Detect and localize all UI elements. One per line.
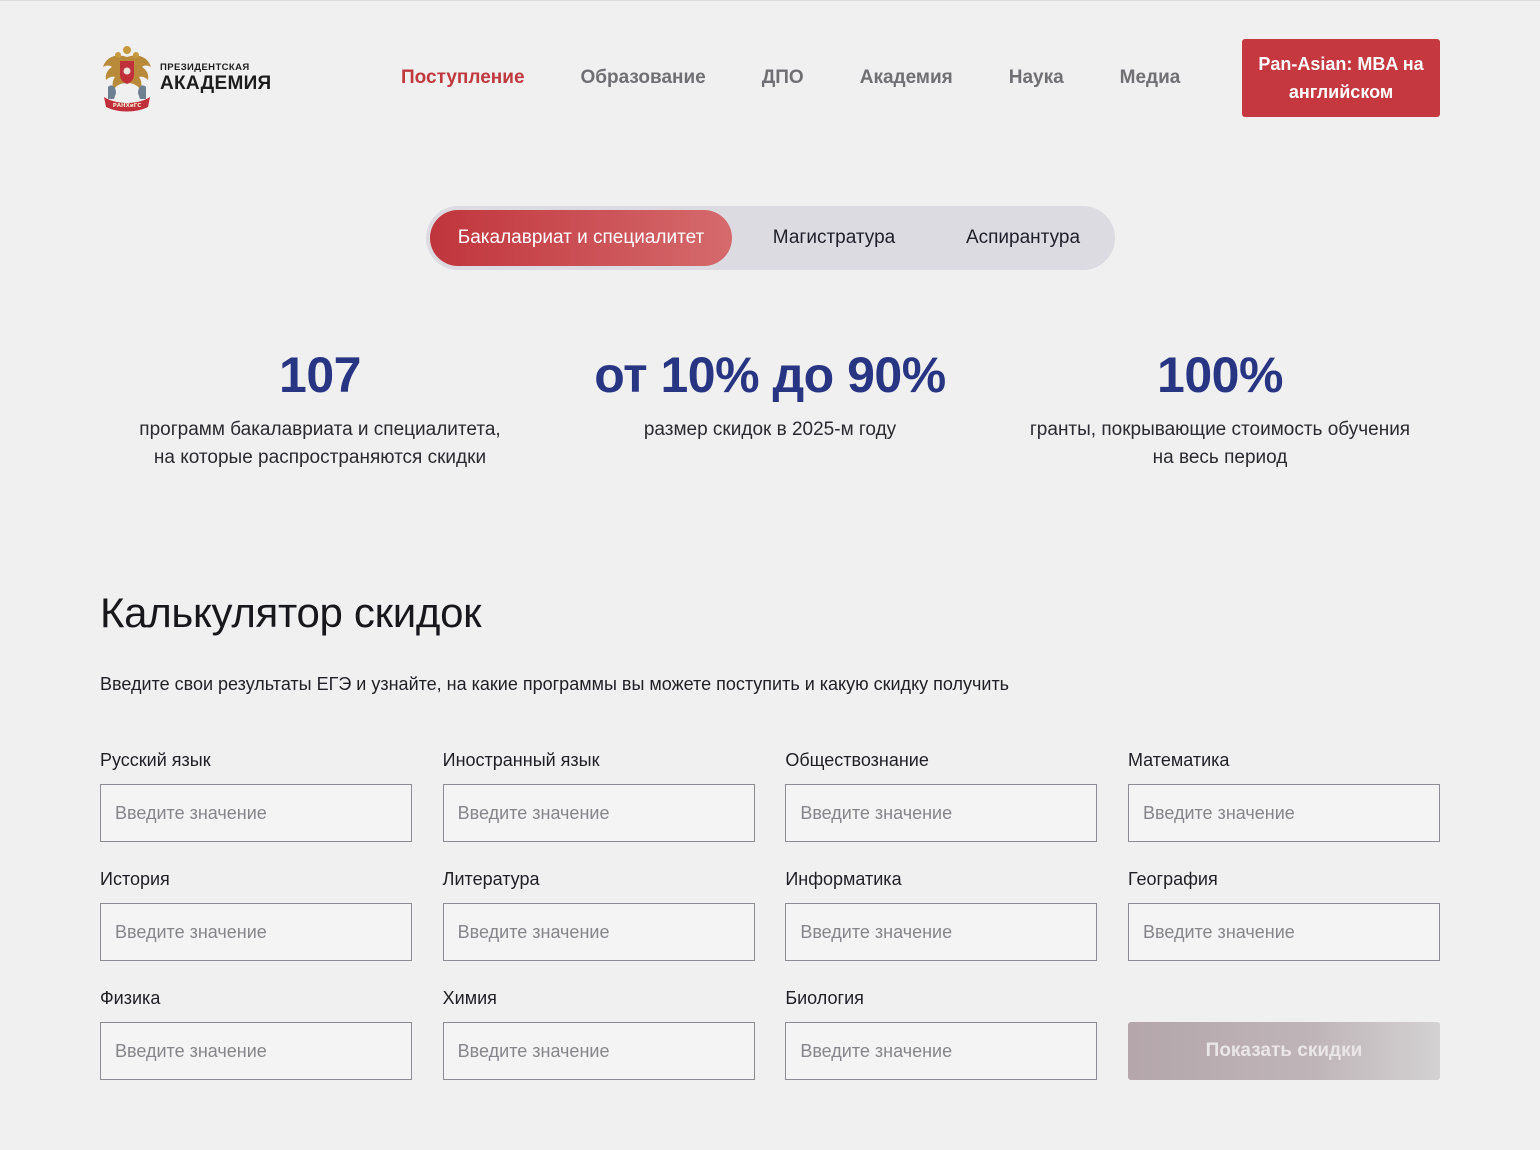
nav-item-academy[interactable]: Академия (860, 67, 953, 89)
stat-caption: программ бакалавриата и специалитета, на… (139, 419, 501, 468)
informatics-score-input[interactable] (785, 903, 1098, 961)
field-social-studies: Обществознание (785, 748, 1098, 842)
stat-programs: 107 программ бакалавриата и специалитета… (100, 344, 540, 472)
field-foreign-language: Иностранный язык (442, 748, 755, 842)
score-fields-grid: Русский язык Иностранный язык Обществозн… (100, 748, 1440, 1080)
field-label: История (100, 869, 170, 889)
field-label: Математика (1127, 750, 1230, 770)
field-label: Обществознание (785, 750, 929, 770)
logo-line1: ПРЕЗИДЕНТСКАЯ (160, 61, 250, 73)
nav-item-media[interactable]: Медиа (1120, 67, 1181, 89)
field-russian: Русский язык (100, 748, 412, 842)
calculator-title: Калькулятор скидок (100, 589, 482, 636)
field-label: Русский язык (100, 750, 211, 770)
stat-grants: 100% гранты, покрывающие стоимость обуче… (1000, 344, 1440, 472)
history-score-input[interactable] (100, 903, 412, 961)
field-history: История (100, 867, 412, 961)
nav-item-dpo[interactable]: ДПО (762, 67, 804, 89)
stat-value: 107 (279, 347, 361, 403)
page: РАНХиГС ПРЕЗИДЕНТСКАЯ АКАДЕМИЯ Поступлен… (0, 0, 1540, 1150)
tab-bachelor[interactable]: Бакалавриат и специалитет (430, 210, 732, 266)
stat-discount-range: от 10% до 90% размер скидок в 2025-м год… (550, 344, 990, 472)
calculator-subtitle: Введите свои результаты ЕГЭ и узнайте, н… (100, 674, 1010, 694)
site-header: РАНХиГС ПРЕЗИДЕНТСКАЯ АКАДЕМИЯ Поступлен… (100, 39, 1440, 117)
show-discounts-button[interactable]: Показать скидки (1127, 1022, 1440, 1080)
chemistry-score-input[interactable] (442, 1022, 755, 1080)
field-physics: Физика (100, 986, 412, 1080)
foreign-language-score-input[interactable] (442, 784, 755, 842)
biology-score-input[interactable] (785, 1022, 1098, 1080)
field-label: Физика (100, 988, 161, 1008)
nav-item-admission[interactable]: Поступление (401, 67, 525, 89)
math-score-input[interactable] (1127, 784, 1440, 842)
stat-value: 100% (1157, 347, 1283, 403)
social-studies-score-input[interactable] (785, 784, 1098, 842)
main-nav: Поступление Образование ДПО Академия Нау… (401, 67, 1180, 89)
stat-caption: размер скидок в 2025-м году (643, 419, 897, 440)
field-informatics: Информатика (785, 867, 1098, 961)
tab-postgraduate[interactable]: Аспирантура (936, 210, 1110, 266)
russian-score-input[interactable] (100, 784, 412, 842)
field-label: Иностранный язык (442, 750, 600, 770)
tab-master[interactable]: Магистратура (732, 210, 936, 266)
geography-score-input[interactable] (1127, 903, 1440, 961)
field-math: Математика (1127, 748, 1440, 842)
stat-caption: гранты, покрывающие стоимость обучения н… (1029, 419, 1411, 468)
logo[interactable]: РАНХиГС ПРЕЗИДЕНТСКАЯ АКАДЕМИЯ (100, 43, 272, 113)
field-biology: Биология (785, 986, 1098, 1080)
logo-line2: АКАДЕМИЯ (160, 73, 272, 95)
nav-item-science[interactable]: Наука (1009, 67, 1064, 89)
stats-row: 107 программ бакалавриата и специалитета… (100, 344, 1440, 472)
field-label: Химия (442, 988, 497, 1008)
field-label: География (1127, 869, 1218, 889)
physics-score-input[interactable] (100, 1022, 412, 1080)
field-literature: Литература (442, 867, 755, 961)
pan-asian-mba-button[interactable]: Pan-Asian: MBA на английском (1242, 39, 1440, 117)
coat-of-arms-emblem-icon: РАНХиГС (103, 46, 151, 112)
field-label: Литература (442, 869, 540, 889)
stat-value: от 10% до 90% (594, 347, 946, 403)
field-geography: География (1127, 867, 1440, 961)
submit-container: Показать скидки (1127, 986, 1440, 1080)
field-chemistry: Химия (442, 986, 755, 1080)
field-label: Информатика (785, 869, 902, 889)
program-level-tabs: Бакалавриат и специалитет Магистратура А… (426, 206, 1115, 270)
logo-ribbon-text: РАНХиГС (113, 103, 142, 109)
nav-item-education[interactable]: Образование (581, 67, 706, 89)
field-label: Биология (785, 988, 864, 1008)
logo-text: ПРЕЗИДЕНТСКАЯ АКАДЕМИЯ (160, 63, 272, 94)
literature-score-input[interactable] (442, 903, 755, 961)
